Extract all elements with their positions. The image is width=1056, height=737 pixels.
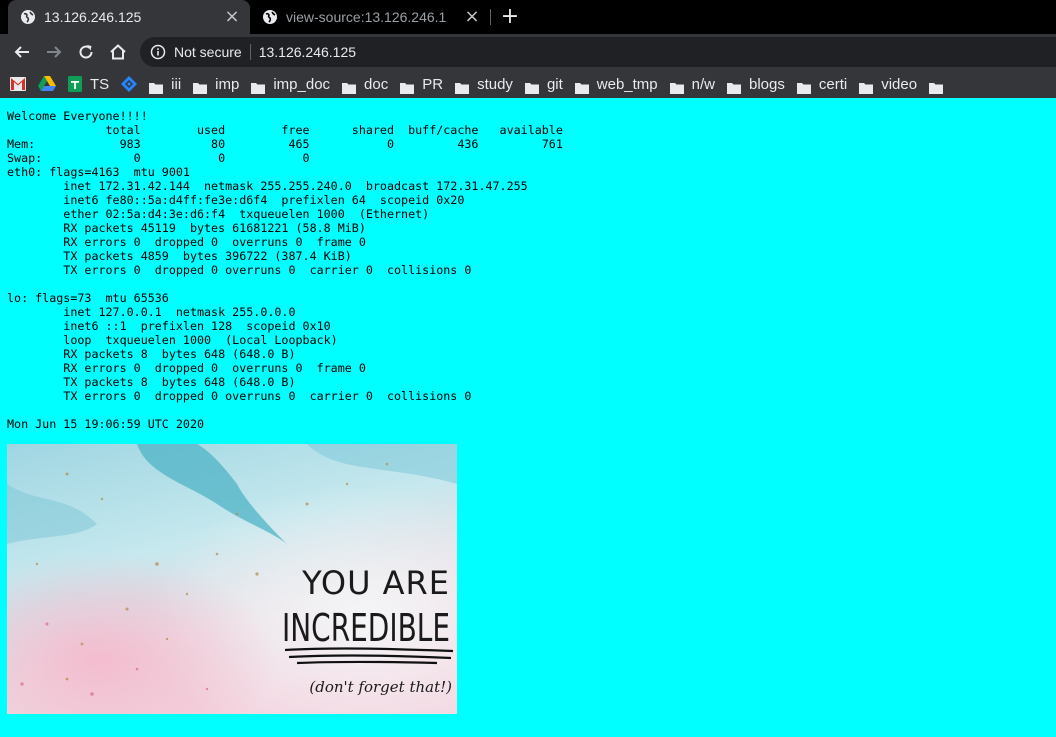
bookmark-label: blogs — [749, 75, 785, 93]
page-content: Welcome Everyone!!!! total used free sha… — [0, 98, 1056, 737]
reload-icon — [79, 45, 93, 59]
drive-icon — [38, 76, 56, 91]
bookmark-folder-doc[interactable]: doc — [336, 70, 394, 98]
close-tab-icon[interactable]: × — [222, 7, 242, 27]
folder-icon — [669, 79, 684, 94]
arrow-right-icon — [47, 46, 62, 58]
folder-icon — [251, 79, 266, 94]
omnibox-divider — [249, 44, 251, 60]
folder-icon — [929, 79, 944, 94]
bookmark-folder-pr[interactable]: PR — [394, 70, 449, 98]
folder-icon — [796, 79, 811, 94]
bookmark-ts[interactable]: TS — [62, 70, 115, 98]
bookmark-folder-web-tmp[interactable]: web_tmp — [569, 70, 664, 98]
globe-icon — [262, 9, 278, 25]
bookmark-label: n/w — [691, 75, 715, 93]
bookmark-folder-git[interactable]: git — [519, 70, 569, 98]
bookmark-gmail[interactable] — [0, 70, 32, 98]
folder-icon — [400, 79, 415, 94]
tab-view-source[interactable]: view-source:13.126.246.1 × — [250, 0, 490, 34]
info-icon[interactable] — [150, 44, 166, 60]
tab-strip: 13.126.246.125 × view-source:13.126.246.… — [0, 0, 1056, 34]
home-icon — [110, 44, 126, 60]
folder-icon — [727, 79, 741, 94]
sheets-icon — [68, 76, 82, 92]
folder-icon — [149, 79, 164, 94]
bookmark-folder-nw[interactable]: n/w — [664, 70, 721, 98]
bookmark-label: iii — [171, 75, 182, 93]
tab-divider — [490, 9, 491, 25]
folder-icon — [524, 79, 539, 94]
bookmark-label: TS — [90, 75, 110, 93]
bookmark-label: web_tmp — [596, 75, 658, 93]
bookmark-label: video — [881, 75, 918, 93]
bookmark-drive[interactable] — [32, 70, 62, 98]
reload-button[interactable] — [74, 40, 98, 64]
tab-title: 13.126.246.125 — [44, 9, 142, 25]
bookmarks-bar: TS iii imp imp_doc doc PR study git web_… — [0, 70, 1056, 98]
server-output-text: Welcome Everyone!!!! total used free sha… — [7, 109, 563, 431]
bookmark-label: git — [546, 75, 563, 93]
image-line-2: INCREDIBLE — [282, 606, 450, 650]
bookmark-folder-more[interactable] — [923, 70, 949, 98]
arrow-left-icon — [14, 46, 29, 58]
tab-active[interactable]: 13.126.246.125 × — [8, 0, 250, 34]
bookmark-jira[interactable] — [115, 70, 143, 98]
bookmark-folder-certi[interactable]: certi — [791, 70, 853, 98]
bookmark-label: certi — [818, 75, 848, 93]
url-text[interactable]: 13.126.246.125 — [259, 44, 356, 60]
bookmark-label: doc — [364, 75, 389, 93]
folder-icon — [859, 79, 874, 94]
image-line-1: YOU ARE — [301, 564, 450, 602]
address-bar[interactable]: Not secure 13.126.246.125 — [140, 37, 1056, 67]
bookmark-folder-iii[interactable]: iii — [143, 70, 187, 98]
tab-title: view-source:13.126.246.1 — [286, 9, 447, 25]
you-are-incredible-image: YOU ARE INCREDIBLE (don't forget that!) — [7, 444, 457, 714]
close-tab-icon[interactable]: × — [462, 7, 482, 27]
bookmark-label: imp — [215, 75, 240, 93]
new-tab-button[interactable]: + — [498, 5, 522, 29]
jira-icon — [121, 76, 138, 92]
bookmark-folder-imp-doc[interactable]: imp_doc — [245, 70, 336, 98]
globe-icon — [20, 9, 36, 25]
bookmark-folder-video[interactable]: video — [853, 70, 923, 98]
bookmark-label: study — [477, 75, 513, 93]
folder-icon — [193, 79, 208, 94]
image-line-3: (don't forget that!) — [309, 678, 452, 696]
bookmark-folder-blogs[interactable]: blogs — [721, 70, 791, 98]
toolbar: Not secure 13.126.246.125 — [0, 34, 1056, 70]
gmail-icon — [10, 77, 26, 91]
back-button[interactable] — [10, 40, 34, 64]
folder-icon — [455, 79, 470, 94]
home-button[interactable] — [106, 40, 130, 64]
forward-button[interactable] — [42, 40, 66, 64]
bookmark-folder-study[interactable]: study — [449, 70, 519, 98]
not-secure-label[interactable]: Not secure — [174, 44, 242, 60]
folder-icon — [574, 79, 589, 94]
bookmark-label: imp_doc — [273, 75, 331, 93]
bookmark-folder-imp[interactable]: imp — [187, 70, 245, 98]
folder-icon — [342, 79, 357, 94]
bookmark-label: PR — [422, 75, 444, 93]
